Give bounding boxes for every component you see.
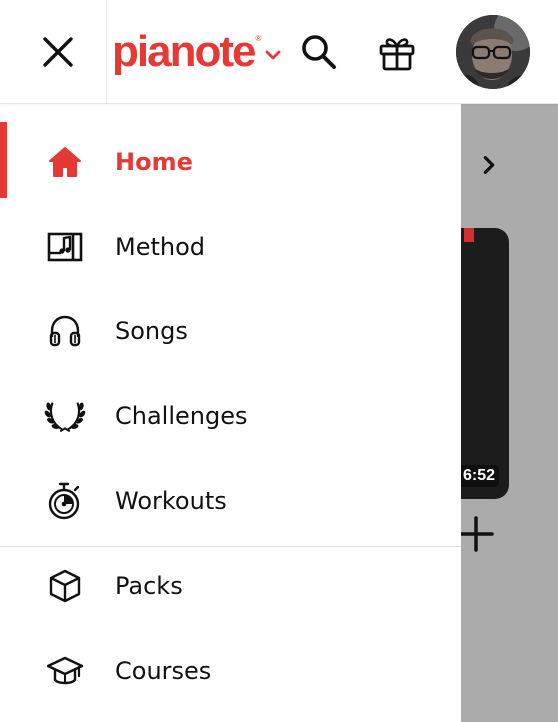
nav-item-label: Workouts xyxy=(115,487,227,515)
card-accent xyxy=(464,228,474,242)
graduation-cap-icon xyxy=(44,650,86,692)
headphones-icon xyxy=(44,310,86,352)
gift-icon xyxy=(379,38,415,71)
box-icon xyxy=(44,565,86,607)
search-button[interactable] xyxy=(297,30,341,74)
chevron-right-icon[interactable] xyxy=(478,154,500,176)
method-icon xyxy=(44,226,86,268)
brand-logo[interactable]: pianote ® xyxy=(112,27,281,77)
stopwatch-icon xyxy=(44,480,86,522)
nav-item-label: Challenges xyxy=(115,402,248,430)
home-icon xyxy=(44,141,86,183)
nav-item-courses[interactable]: Courses xyxy=(0,633,461,709)
nav-item-home[interactable]: Home xyxy=(0,124,461,200)
nav-item-workouts[interactable]: Workouts xyxy=(0,463,461,539)
close-menu-button[interactable] xyxy=(10,0,107,103)
nav-item-packs[interactable]: Packs xyxy=(0,548,461,624)
plus-icon[interactable] xyxy=(458,516,494,552)
nav-item-label: Packs xyxy=(115,572,183,600)
nav-item-label: Home xyxy=(115,148,193,176)
nav-item-label: Method xyxy=(115,233,206,261)
app-header: pianote ® xyxy=(0,0,558,104)
nav-item-challenges[interactable]: Challenges xyxy=(0,378,461,454)
chevron-down-icon xyxy=(265,50,281,60)
nav-item-label: Courses xyxy=(115,657,212,685)
nav-item-label: Songs xyxy=(115,317,188,345)
nav-item-method[interactable]: Method xyxy=(0,209,461,285)
brand-name: pianote xyxy=(112,27,256,76)
nav-item-songs[interactable]: Songs xyxy=(0,293,461,369)
nav-divider xyxy=(0,546,461,547)
video-duration: 6:52 xyxy=(458,465,499,487)
laurel-icon xyxy=(44,395,86,437)
avatar-image xyxy=(456,15,530,89)
close-icon xyxy=(43,36,73,67)
gift-button[interactable] xyxy=(375,30,419,74)
side-navigation-drawer: Home Method Songs Challenges Workouts Pa… xyxy=(0,104,461,722)
user-avatar[interactable] xyxy=(456,15,530,89)
search-icon xyxy=(302,35,336,69)
registered-mark: ® xyxy=(255,33,262,43)
